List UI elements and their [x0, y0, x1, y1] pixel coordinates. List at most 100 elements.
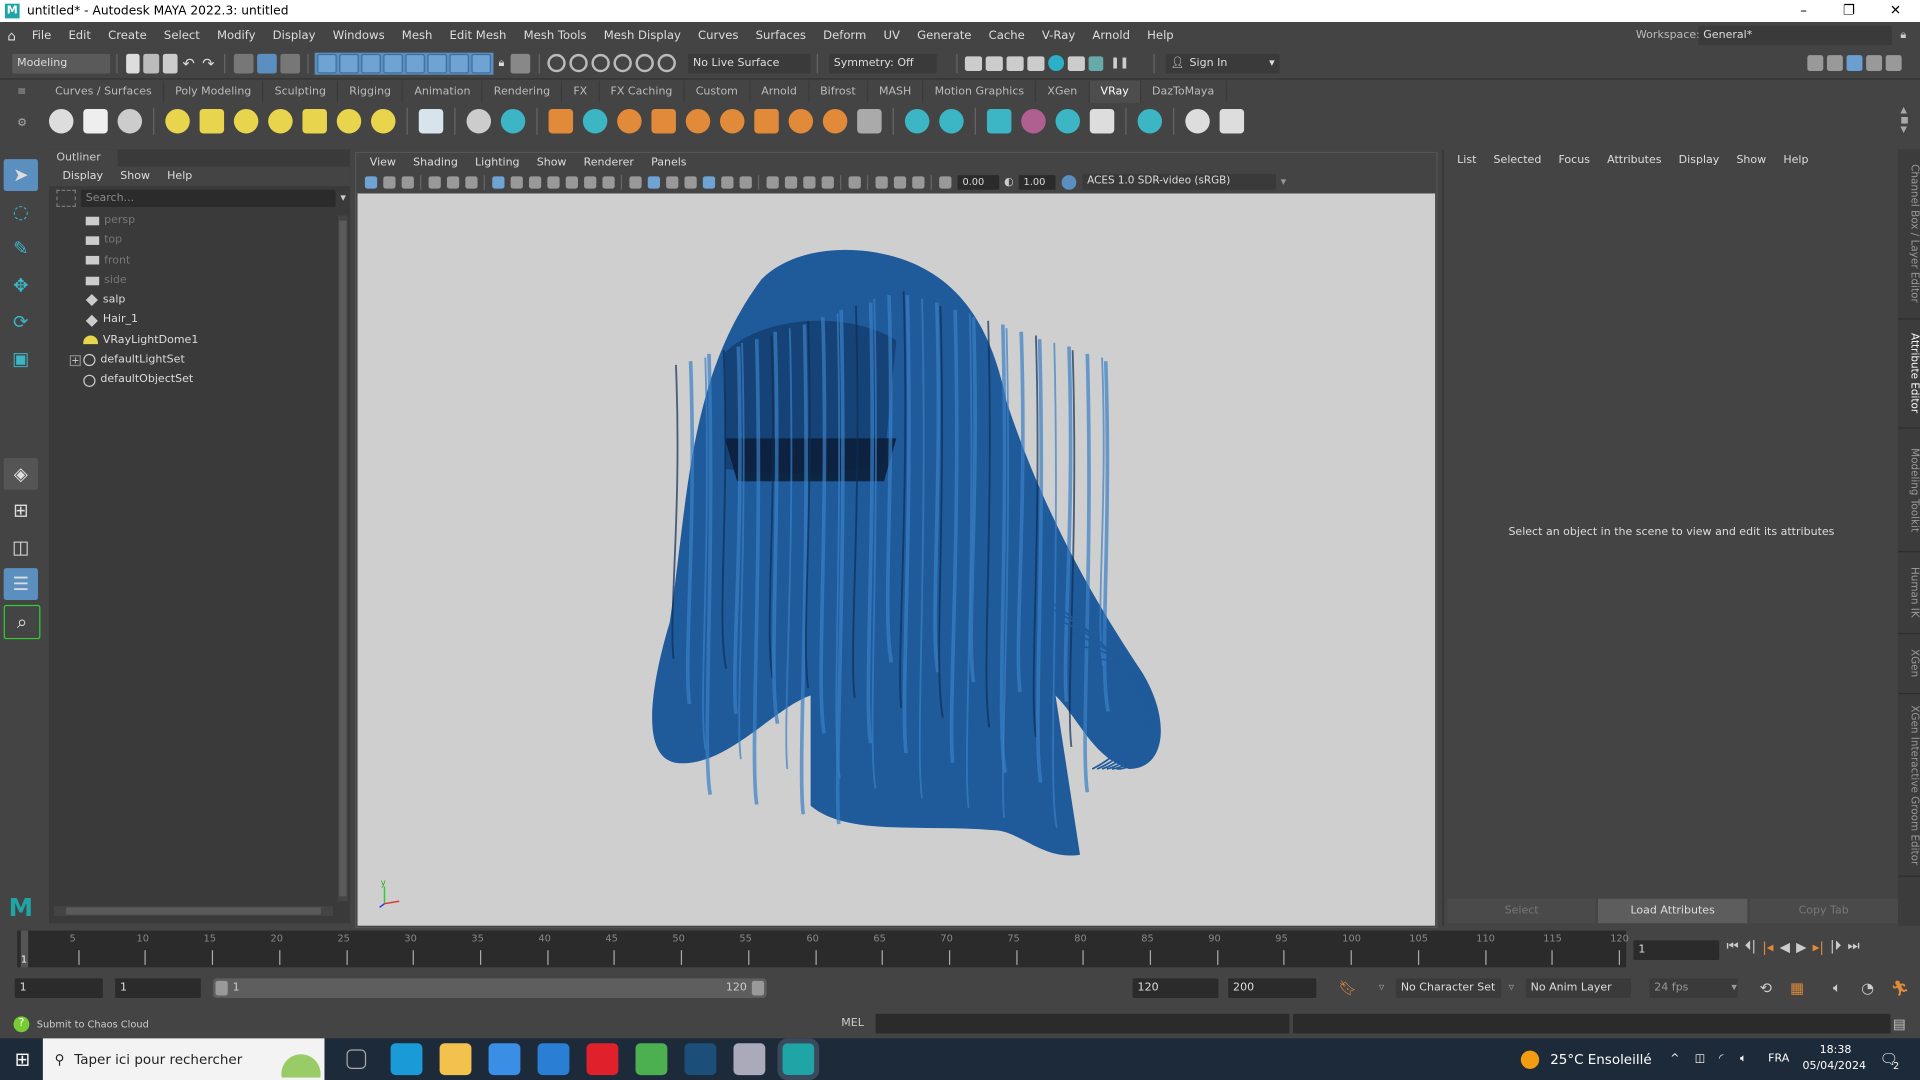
vray-logo-icon[interactable]	[1219, 108, 1245, 134]
animation-start-field[interactable]: 1	[14, 978, 103, 998]
outliner-item[interactable]: Hair_1	[49, 310, 350, 330]
viewport-3d[interactable]: y	[357, 193, 1436, 926]
snap-to-points-icon[interactable]	[383, 53, 404, 73]
shade-selected-icon[interactable]	[683, 175, 697, 188]
windows-start-icon[interactable]: ⊞	[15, 1048, 30, 1070]
animation-preferences-icon[interactable]: 🏃︎	[1891, 980, 1910, 997]
menu-create[interactable]: Create	[100, 29, 156, 42]
outliner-tab[interactable]: Outliner	[48, 149, 118, 167]
minimize-button[interactable]: –	[1782, 0, 1826, 22]
edge-icon[interactable]	[390, 1043, 422, 1076]
scale-tool-icon[interactable]: ▣	[4, 343, 38, 375]
shelf-tab-xgen[interactable]: XGen	[1036, 80, 1090, 103]
ae-menu-list[interactable]: List	[1449, 154, 1485, 166]
shelf-tab-daztomaya[interactable]: DazToMaya	[1141, 80, 1227, 103]
outliner-menu-display[interactable]: Display	[54, 170, 112, 182]
input-language[interactable]: FRA	[1768, 1053, 1789, 1065]
vray-sphere-fade-icon[interactable]	[788, 108, 814, 134]
character-set-dropdown-icon[interactable]: ▿	[1379, 982, 1385, 994]
ae-menu-help[interactable]: Help	[1775, 154, 1817, 166]
outliner-item[interactable]: side	[49, 270, 350, 290]
pause-viewport-icon[interactable]: ❚❚	[1111, 57, 1129, 69]
shelf-tab-rigging[interactable]: Rigging	[338, 80, 404, 103]
side-tab-xgen[interactable]: XGen	[1897, 634, 1920, 695]
viewport-menu-panels[interactable]: Panels	[642, 156, 695, 168]
two-view-layout-icon[interactable]: ◫	[4, 531, 38, 563]
gamma-field[interactable]: 1.00	[1018, 174, 1056, 190]
shadows-icon[interactable]	[738, 175, 752, 188]
playback-end-field[interactable]: 120	[1132, 978, 1219, 998]
grease-pencil-icon[interactable]	[464, 175, 477, 188]
safe-action-icon[interactable]	[583, 175, 596, 188]
outliner-menu-show[interactable]: Show	[112, 170, 159, 182]
side-tab-xgen-interactive-groom-editor[interactable]: XGen Interactive Groom Editor	[1897, 694, 1920, 877]
weather-icon[interactable]	[1520, 1050, 1540, 1069]
meet-now-icon[interactable]: ◫	[1695, 1053, 1705, 1065]
bookmark-icon[interactable]: 🔖︎	[1338, 980, 1357, 997]
mail-icon[interactable]	[537, 1043, 569, 1076]
exposure-icon[interactable]	[938, 175, 951, 188]
menu-mesh-display[interactable]: Mesh Display	[595, 29, 689, 42]
menu-surfaces[interactable]: Surfaces	[747, 29, 815, 42]
step-back-key-icon[interactable]: ⏴|	[1745, 938, 1756, 955]
workspace-select[interactable]: General*	[1698, 25, 1892, 46]
outliner-item[interactable]: top	[49, 231, 350, 251]
vray-object-props-icon[interactable]	[904, 108, 930, 134]
maya-icon[interactable]	[777, 1038, 819, 1080]
menu-display[interactable]: Display	[264, 29, 324, 42]
backface-icon[interactable]	[911, 175, 924, 188]
outliner-item[interactable]: defaultObjectSet	[49, 370, 350, 390]
vray-sun-icon[interactable]	[371, 108, 396, 134]
lasso-tool-icon[interactable]: ◌	[4, 196, 38, 228]
make-live-icon[interactable]	[658, 53, 677, 73]
go-to-start-icon[interactable]: ⏮	[1727, 938, 1739, 955]
vray-mtl-icon[interactable]	[617, 108, 642, 134]
modeling-toolkit-icon[interactable]	[1806, 55, 1823, 72]
opera-icon[interactable]	[586, 1043, 618, 1076]
expand-icon[interactable]: +	[69, 354, 81, 366]
snap-faces-icon[interactable]	[449, 53, 470, 73]
show-hidden-icons-icon[interactable]: ^	[1670, 1053, 1679, 1065]
film-gate-icon[interactable]	[510, 175, 523, 188]
screen-space-ao-icon[interactable]	[765, 175, 779, 188]
shelf-tab-motion-graphics[interactable]: Motion Graphics	[924, 80, 1037, 103]
hypershade-icon[interactable]	[1048, 55, 1065, 72]
mode-select[interactable]: Modeling	[12, 53, 111, 73]
vray-hair-icon[interactable]	[651, 108, 676, 134]
range-start-handle[interactable]	[215, 980, 228, 996]
paint-select-tool-icon[interactable]: ✎	[4, 233, 38, 265]
shelf-tab-fx[interactable]: FX	[562, 80, 600, 103]
shelf-tab-sculpting[interactable]: Sculpting	[264, 80, 339, 103]
snap-together-icon[interactable]	[636, 53, 655, 73]
sound-icon[interactable]: 🔈︎	[1833, 980, 1841, 997]
snap-to-view-plane-icon[interactable]	[405, 53, 426, 73]
close-button[interactable]: ✕	[1873, 0, 1917, 22]
single-perspective-layout-icon[interactable]: ◈	[3, 457, 38, 490]
menu-mesh[interactable]: Mesh	[393, 29, 441, 42]
animation-end-field[interactable]: 200	[1228, 978, 1317, 998]
taskbar-search[interactable]: ⚲ Taper ici pour rechercher	[42, 1038, 324, 1080]
load-attributes-button[interactable]: Load Attributes	[1598, 898, 1747, 924]
vray-render-icon[interactable]	[48, 108, 74, 134]
play-forward-icon[interactable]: ▶	[1796, 939, 1806, 955]
shelf-tab-arnold[interactable]: Arnold	[750, 80, 810, 103]
rotate-tool-icon[interactable]: ⟳	[4, 306, 38, 338]
channel-box-icon[interactable]	[1885, 55, 1902, 72]
vray-ies-light-icon[interactable]	[336, 108, 362, 134]
menu-generate[interactable]: Generate	[909, 29, 980, 42]
prev-key-icon[interactable]: |◂	[1762, 939, 1773, 955]
outliner-item[interactable]: salp	[49, 290, 350, 310]
vray-light-dome-icon[interactable]	[199, 108, 225, 134]
safe-title-icon[interactable]	[601, 175, 615, 188]
maximize-button[interactable]: ❐	[1827, 0, 1871, 22]
shelf-scroll-icon[interactable]: ▲ ■ ▼	[1900, 105, 1908, 134]
lock-selection-icon[interactable]: 🔒︎	[499, 57, 505, 69]
task-view-icon[interactable]	[346, 1049, 366, 1069]
playback-start-field[interactable]: 1	[115, 978, 201, 998]
store-icon[interactable]	[488, 1043, 520, 1076]
menu-modify[interactable]: Modify	[208, 29, 264, 42]
network-icon[interactable]: ◜	[1719, 1053, 1723, 1065]
viewport-menu-show[interactable]: Show	[528, 156, 575, 168]
open-scene-icon[interactable]	[142, 53, 159, 73]
outliner-item[interactable]: VRayLightDome1	[49, 330, 350, 350]
